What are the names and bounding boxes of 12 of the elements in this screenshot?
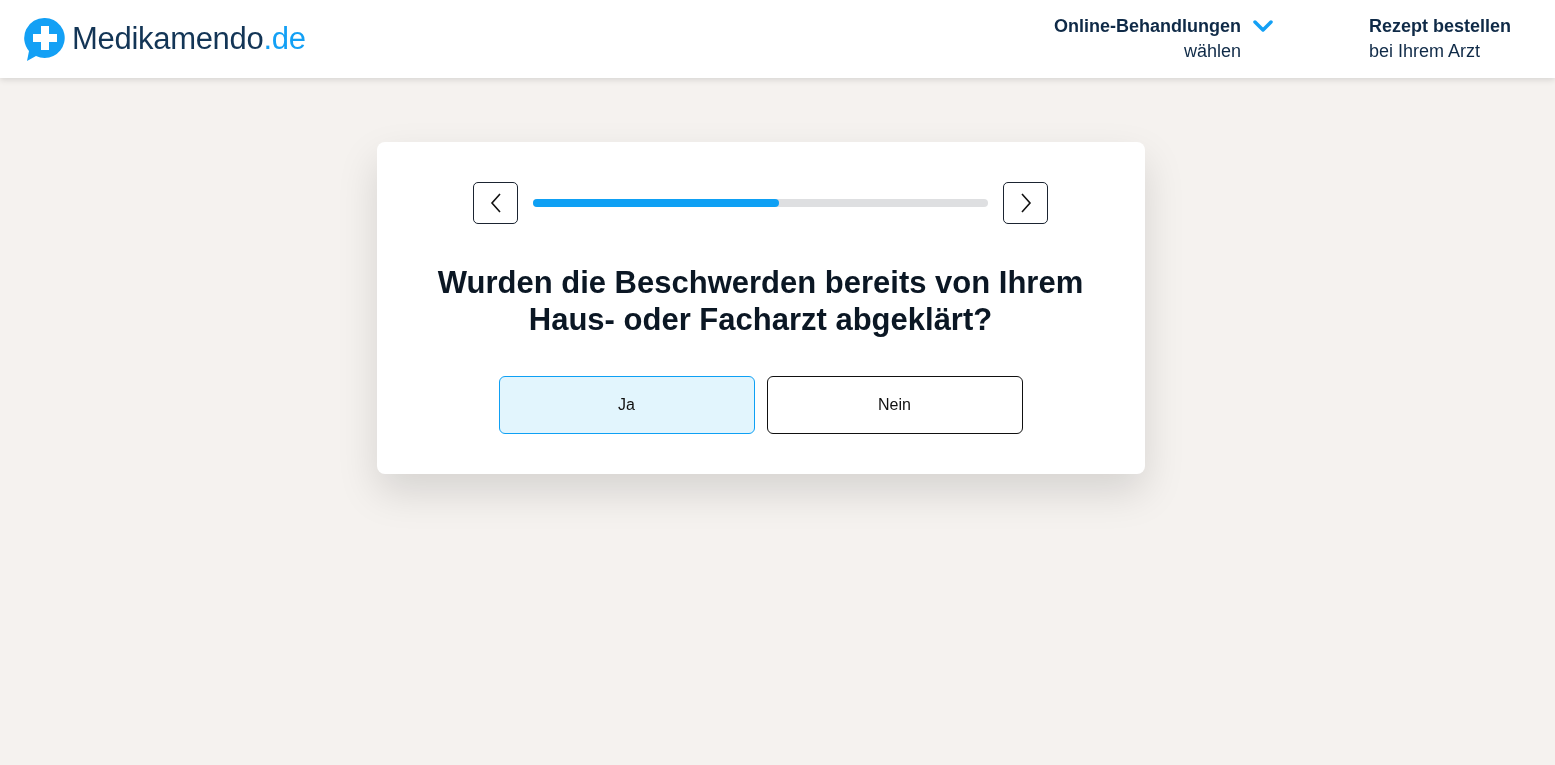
back-button[interactable] <box>473 182 518 224</box>
question-text: Wurden die Beschwerden bereits von Ihrem Haus- oder Facharzt abgeklärt? <box>436 264 1085 338</box>
answer-button[interactable]: Ja <box>498 376 755 434</box>
brand-name[interactable]: Medikamendo.de <box>72 21 306 57</box>
chevron-down-icon <box>1252 20 1273 32</box>
nav-link[interactable]: Online-Behandlungen wählen <box>1053 16 1273 62</box>
answer-button[interactable]: Nein <box>766 376 1023 434</box>
nav-link[interactable]: Rezept bestellen bei Ihrem Arzt <box>1368 16 1511 62</box>
next-button[interactable] <box>1003 182 1048 224</box>
logo-icon <box>24 17 66 61</box>
chevron-left-icon <box>489 193 502 213</box>
chevron-right-icon <box>1019 193 1032 213</box>
